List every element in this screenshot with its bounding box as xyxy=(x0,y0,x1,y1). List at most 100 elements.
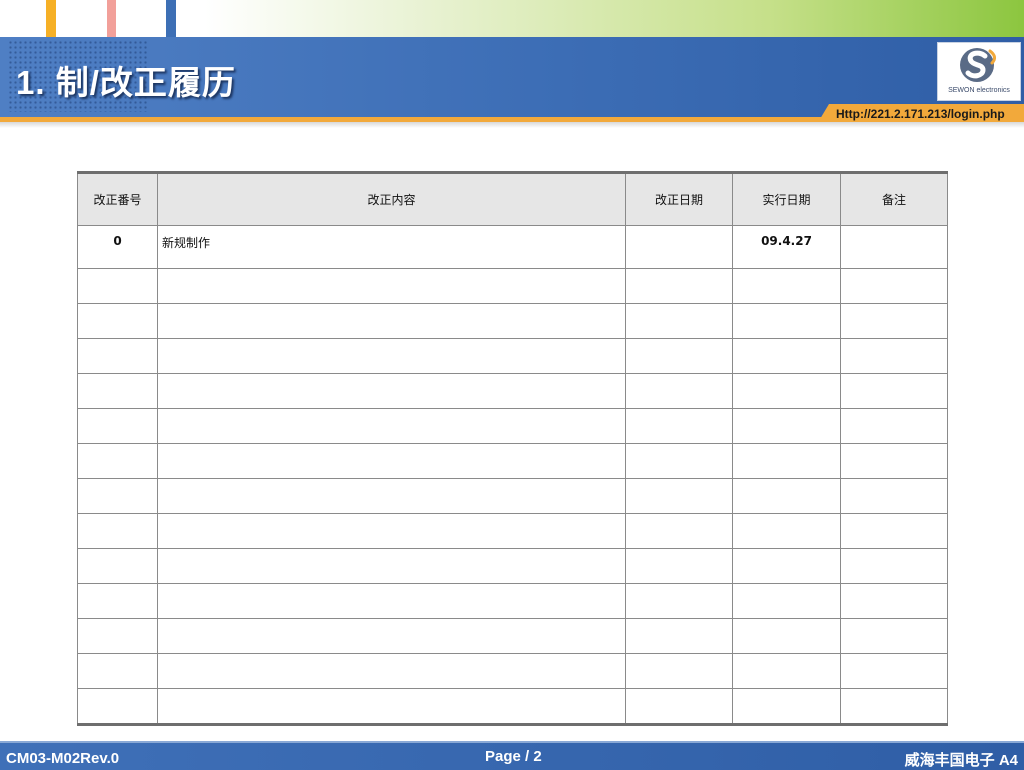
cell-revision-content xyxy=(157,408,626,444)
cell-revision-content xyxy=(157,268,626,304)
cell-revision-content xyxy=(157,303,626,339)
cell-revision-date xyxy=(625,478,733,514)
cell-revision-no xyxy=(77,688,158,726)
document-code: CM03-M02Rev.0 xyxy=(6,750,120,767)
cell-revision-date xyxy=(625,373,733,409)
cell-effective-date xyxy=(732,548,841,584)
cell-revision-content xyxy=(157,513,626,549)
cell-revision-date xyxy=(625,303,733,339)
cell-revision-date xyxy=(625,653,733,689)
cell-revision-content xyxy=(157,583,626,619)
sewon-s-icon xyxy=(960,48,997,82)
cell-revision-date xyxy=(625,618,733,654)
cell-revision-no xyxy=(77,513,158,549)
cell-effective-date xyxy=(732,688,841,726)
cell-revision-content xyxy=(157,653,626,689)
cell-revision-no xyxy=(77,653,158,689)
cell-effective-date xyxy=(732,618,841,654)
footer-bar: CM03-M02Rev.0 Page / 2 威海丰国电子 A4 xyxy=(0,741,1024,770)
cell-effective-date xyxy=(732,443,841,479)
company-name: 威海丰国电子 A4 xyxy=(904,752,1018,769)
cell-revision-content xyxy=(157,688,626,726)
cell-revision-no xyxy=(77,478,158,514)
cell-remarks xyxy=(840,268,948,304)
table-row xyxy=(77,653,948,689)
table-row xyxy=(77,373,948,409)
cell-remarks xyxy=(840,688,948,726)
cell-effective-date: 09.4.27 xyxy=(732,225,841,269)
cell-revision-content: 新规制作 xyxy=(157,225,626,269)
cell-revision-no xyxy=(77,618,158,654)
cell-revision-date xyxy=(625,268,733,304)
header-revision-date: 改正日期 xyxy=(625,171,733,226)
table-row xyxy=(77,478,948,514)
table-row xyxy=(77,618,948,654)
cell-revision-date xyxy=(625,225,733,269)
cell-effective-date xyxy=(732,268,841,304)
cell-remarks xyxy=(840,303,948,339)
cell-effective-date xyxy=(732,303,841,339)
cell-remarks xyxy=(840,583,948,619)
cell-remarks xyxy=(840,618,948,654)
cell-revision-content xyxy=(157,548,626,584)
cell-effective-date xyxy=(732,513,841,549)
cell-revision-no xyxy=(77,268,158,304)
cell-revision-no xyxy=(77,548,158,584)
cell-remarks xyxy=(840,443,948,479)
cell-revision-content xyxy=(157,618,626,654)
table-row xyxy=(77,688,948,726)
cell-remarks xyxy=(840,373,948,409)
cell-revision-no: 0 xyxy=(77,225,158,269)
sewon-logo: SEWON electronics xyxy=(937,42,1021,101)
cell-revision-content xyxy=(157,478,626,514)
table-row: 0 新规制作 09.4.27 xyxy=(77,225,948,269)
table-row xyxy=(77,338,948,374)
cell-revision-content xyxy=(157,338,626,374)
cell-remarks xyxy=(840,478,948,514)
page-number: Page / 2 xyxy=(485,748,542,765)
table-row xyxy=(77,268,948,304)
cell-effective-date xyxy=(732,408,841,444)
table-row xyxy=(77,408,948,444)
table-row xyxy=(77,303,948,339)
cell-effective-date xyxy=(732,478,841,514)
table-row xyxy=(77,548,948,584)
page-title: 1. 制/改正履历 xyxy=(16,64,236,101)
cell-revision-date xyxy=(625,408,733,444)
cell-effective-date xyxy=(732,338,841,374)
cell-revision-date xyxy=(625,513,733,549)
cell-remarks xyxy=(840,653,948,689)
top-decorative-strip xyxy=(0,0,1024,37)
header-revision-no: 改正番号 xyxy=(77,171,158,226)
pink-strip-bar xyxy=(107,0,116,37)
cell-effective-date xyxy=(732,583,841,619)
header-remarks: 备注 xyxy=(840,171,948,226)
cell-revision-no xyxy=(77,583,158,619)
shadow-divider xyxy=(0,122,1024,128)
url-link[interactable]: Http://221.2.171.213/login.php xyxy=(836,107,1005,121)
cell-revision-no xyxy=(77,373,158,409)
revision-history-table: 改正番号 改正内容 改正日期 实行日期 备注 0 新规制作 09.4.27 xyxy=(77,171,948,726)
blue-strip-bar xyxy=(166,0,176,37)
table-row xyxy=(77,513,948,549)
cell-revision-date xyxy=(625,688,733,726)
cell-remarks xyxy=(840,548,948,584)
cell-remarks xyxy=(840,338,948,374)
cell-revision-date xyxy=(625,443,733,479)
cell-revision-date xyxy=(625,338,733,374)
cell-revision-date xyxy=(625,583,733,619)
cell-revision-content xyxy=(157,373,626,409)
cell-revision-no xyxy=(77,443,158,479)
cell-revision-no xyxy=(77,338,158,374)
cell-revision-no xyxy=(77,408,158,444)
table-row xyxy=(77,443,948,479)
cell-effective-date xyxy=(732,373,841,409)
cell-remarks xyxy=(840,513,948,549)
cell-remarks xyxy=(840,225,948,269)
cell-revision-date xyxy=(625,548,733,584)
cell-effective-date xyxy=(732,653,841,689)
orange-strip-bar xyxy=(46,0,56,37)
header-effective-date: 实行日期 xyxy=(732,171,841,226)
table-header-row: 改正番号 改正内容 改正日期 实行日期 备注 xyxy=(77,171,948,226)
cell-revision-no xyxy=(77,303,158,339)
